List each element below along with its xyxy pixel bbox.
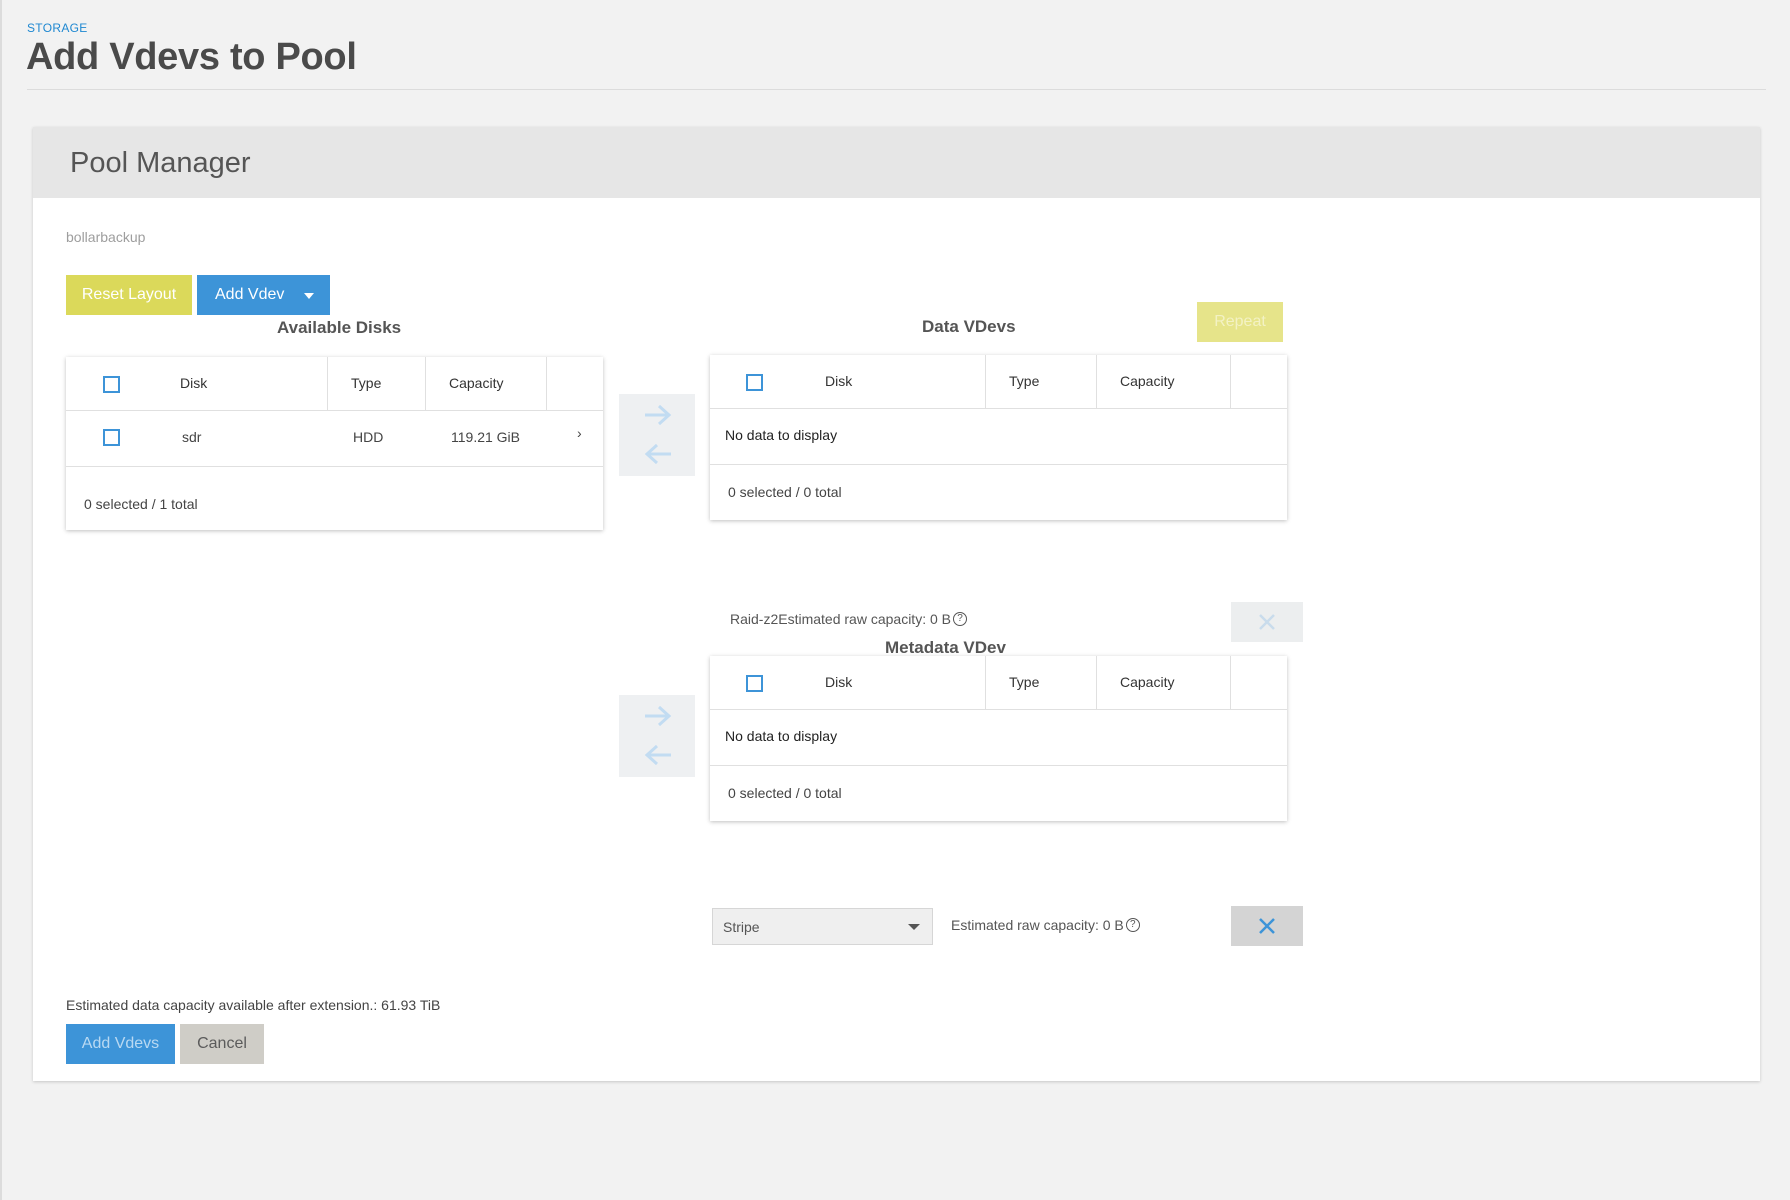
column-divider[interactable] [1230,656,1231,710]
table-footer: 0 selected / 1 total [84,496,198,512]
column-divider[interactable] [546,357,547,411]
caret-down-icon[interactable] [304,293,314,299]
column-divider[interactable] [985,355,986,409]
column-header-type[interactable]: Type [1009,373,1039,389]
column-header-type[interactable]: Type [351,375,381,391]
caret-down-icon [908,924,920,930]
column-divider[interactable] [327,357,328,411]
reset-layout-button[interactable]: Reset Layout [66,275,192,315]
disk-name: sdr [182,429,202,445]
empty-message: No data to display [725,728,838,744]
header-divider [27,89,1766,90]
remove-vdev-button[interactable] [1231,906,1303,946]
column-divider[interactable] [1096,355,1097,409]
pool-manager-card: Pool Manager bollarbackup Reset Layout A… [33,127,1760,1081]
data-transfer-controls [619,394,695,476]
metadata-transfer-controls [619,695,695,777]
table-header: Disk Type Capacity [710,656,1287,710]
row-checkbox[interactable] [103,429,120,446]
select-value: Stripe [723,919,760,935]
select-all-checkbox[interactable] [746,675,763,692]
help-icon[interactable]: ? [1125,918,1140,932]
column-header-capacity[interactable]: Capacity [449,375,503,391]
column-header-type[interactable]: Type [1009,674,1039,690]
chevron-right-icon[interactable]: › [577,425,582,441]
metadata-vdev-table: Disk Type Capacity No data to display 0 … [710,656,1287,821]
card-header: Pool Manager [33,127,1760,198]
empty-message: No data to display [725,427,838,443]
table-header: Disk Type Capacity [710,355,1287,409]
column-divider[interactable] [425,357,426,411]
column-header-disk[interactable]: Disk [825,373,852,389]
select-all-checkbox[interactable] [746,374,763,391]
estimate-text: Estimated raw capacity: 0 B [778,611,951,627]
empty-row: No data to display [710,409,1287,465]
column-header-disk[interactable]: Disk [825,674,852,690]
available-disks-table: Disk Type Capacity sdr HDD 119.21 GiB › … [66,357,603,530]
table-footer: 0 selected / 0 total [728,785,842,801]
empty-row: No data to display [710,710,1287,766]
column-header-capacity[interactable]: Capacity [1120,674,1174,690]
select-all-checkbox[interactable] [103,376,120,393]
table-header: Disk Type Capacity [66,357,603,411]
metadata-layout-select[interactable]: Stripe [712,908,933,945]
add-vdev-button[interactable]: Add Vdev [197,275,330,315]
column-divider[interactable] [1096,656,1097,710]
disk-capacity: 119.21 GiB [451,429,521,445]
column-header-disk[interactable]: Disk [180,375,207,391]
close-icon [1259,918,1275,934]
data-vdevs-title: Data VDevs [922,317,1016,336]
table-footer: 0 selected / 0 total [728,484,842,500]
arrow-right-icon[interactable] [643,704,673,728]
column-divider[interactable] [985,656,986,710]
pool-name: bollarbackup [66,229,146,245]
remove-vdev-button[interactable] [1231,602,1303,642]
column-header-capacity[interactable]: Capacity [1120,373,1174,389]
add-vdev-label: Add Vdev [215,286,285,303]
vdev-layout-label: Raid-z2 [730,611,779,627]
estimate-text: Estimated raw capacity: 0 B [951,917,1124,933]
left-rail [0,0,2,1200]
column-divider[interactable] [1230,355,1231,409]
table-row[interactable]: sdr HDD 119.21 GiB › [66,411,603,467]
cancel-button[interactable]: Cancel [180,1024,264,1064]
repeat-button[interactable]: Repeat [1197,302,1283,342]
close-icon [1259,614,1275,630]
arrow-left-icon[interactable] [643,743,673,767]
arrow-right-icon[interactable] [643,403,673,427]
card-title: Pool Manager [70,147,251,179]
data-vdevs-table: Disk Type Capacity No data to display 0 … [710,355,1287,520]
data-vdev-estimate: Raid-z2 Estimated raw capacity: 0 B? [730,611,967,627]
disk-type: HDD [353,429,384,445]
metadata-vdev-title: Metadata VDev [885,638,1006,657]
extension-capacity-text: Estimated data capacity available after … [66,997,441,1013]
arrow-left-icon[interactable] [643,442,673,466]
available-disks-title: Available Disks [277,318,402,337]
breadcrumb[interactable]: STORAGE [27,21,88,35]
page-title: Add Vdevs to Pool [26,36,357,78]
metadata-vdev-estimate: Estimated raw capacity: 0 B? [951,917,1140,933]
help-icon[interactable]: ? [953,612,967,626]
add-vdevs-button[interactable]: Add Vdevs [66,1024,175,1064]
